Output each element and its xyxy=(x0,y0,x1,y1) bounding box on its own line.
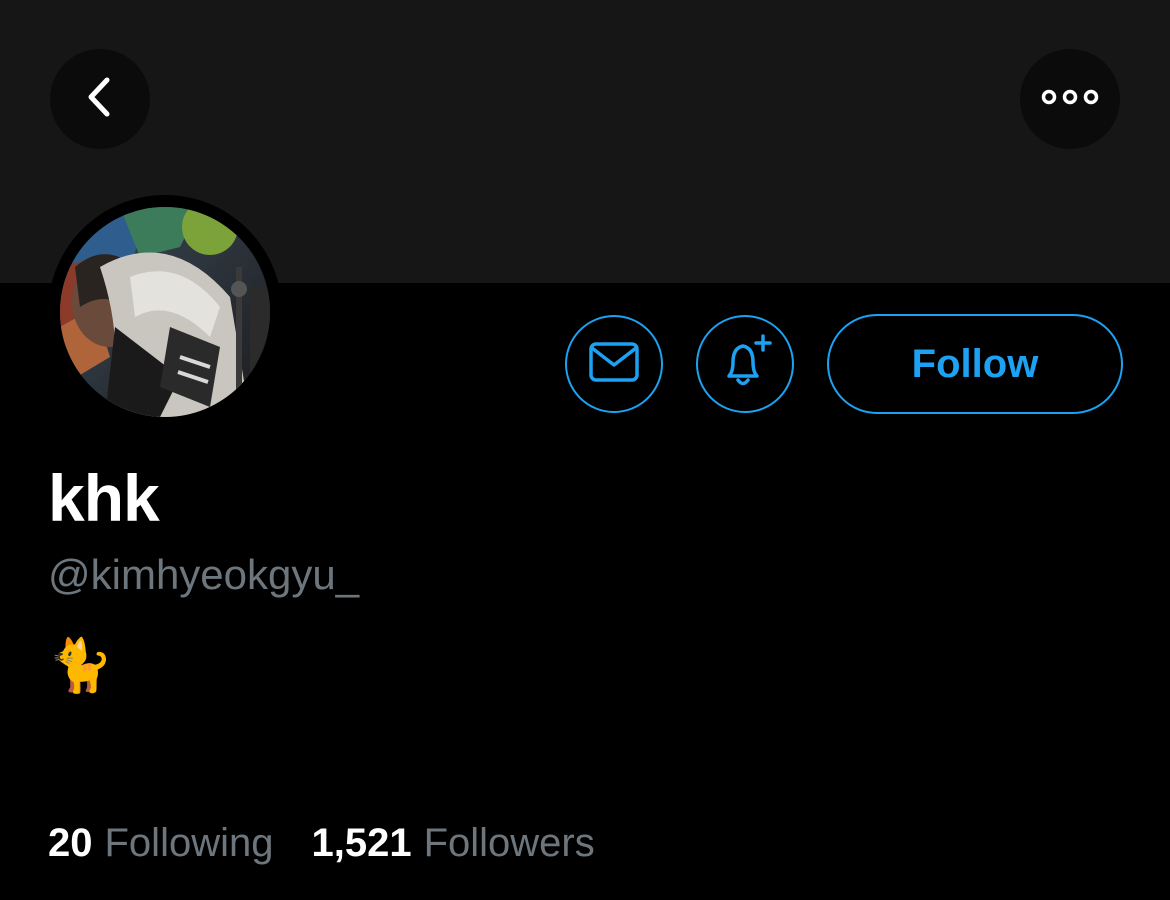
message-button[interactable] xyxy=(565,315,663,413)
follow-stats: 20 Following 1,521 Followers xyxy=(48,818,595,868)
more-horizontal-icon xyxy=(1040,87,1100,112)
bio-text: 🐈 xyxy=(48,637,113,695)
notify-button[interactable] xyxy=(696,315,794,413)
bell-plus-icon xyxy=(715,332,775,397)
follow-button[interactable]: Follow xyxy=(827,314,1123,414)
following-count: 20 xyxy=(48,821,93,865)
chevron-left-icon xyxy=(80,72,120,127)
avatar-ring[interactable] xyxy=(48,195,282,429)
user-handle: @kimhyeokgyu_ xyxy=(48,551,360,598)
followers-count: 1,521 xyxy=(311,821,412,865)
avatar[interactable] xyxy=(60,207,270,417)
display-name: khk xyxy=(48,461,160,535)
back-button[interactable] xyxy=(50,49,150,149)
following-stat[interactable]: 20 Following xyxy=(48,818,273,868)
followers-label: Followers xyxy=(423,821,595,865)
following-label: Following xyxy=(104,821,274,865)
more-options-button[interactable] xyxy=(1020,49,1120,149)
followers-stat[interactable]: 1,521 Followers xyxy=(311,818,594,868)
profile-page: Follow khk @kimhyeokgyu_ 🐈 20 Following … xyxy=(0,0,1170,900)
mail-icon xyxy=(588,341,640,388)
